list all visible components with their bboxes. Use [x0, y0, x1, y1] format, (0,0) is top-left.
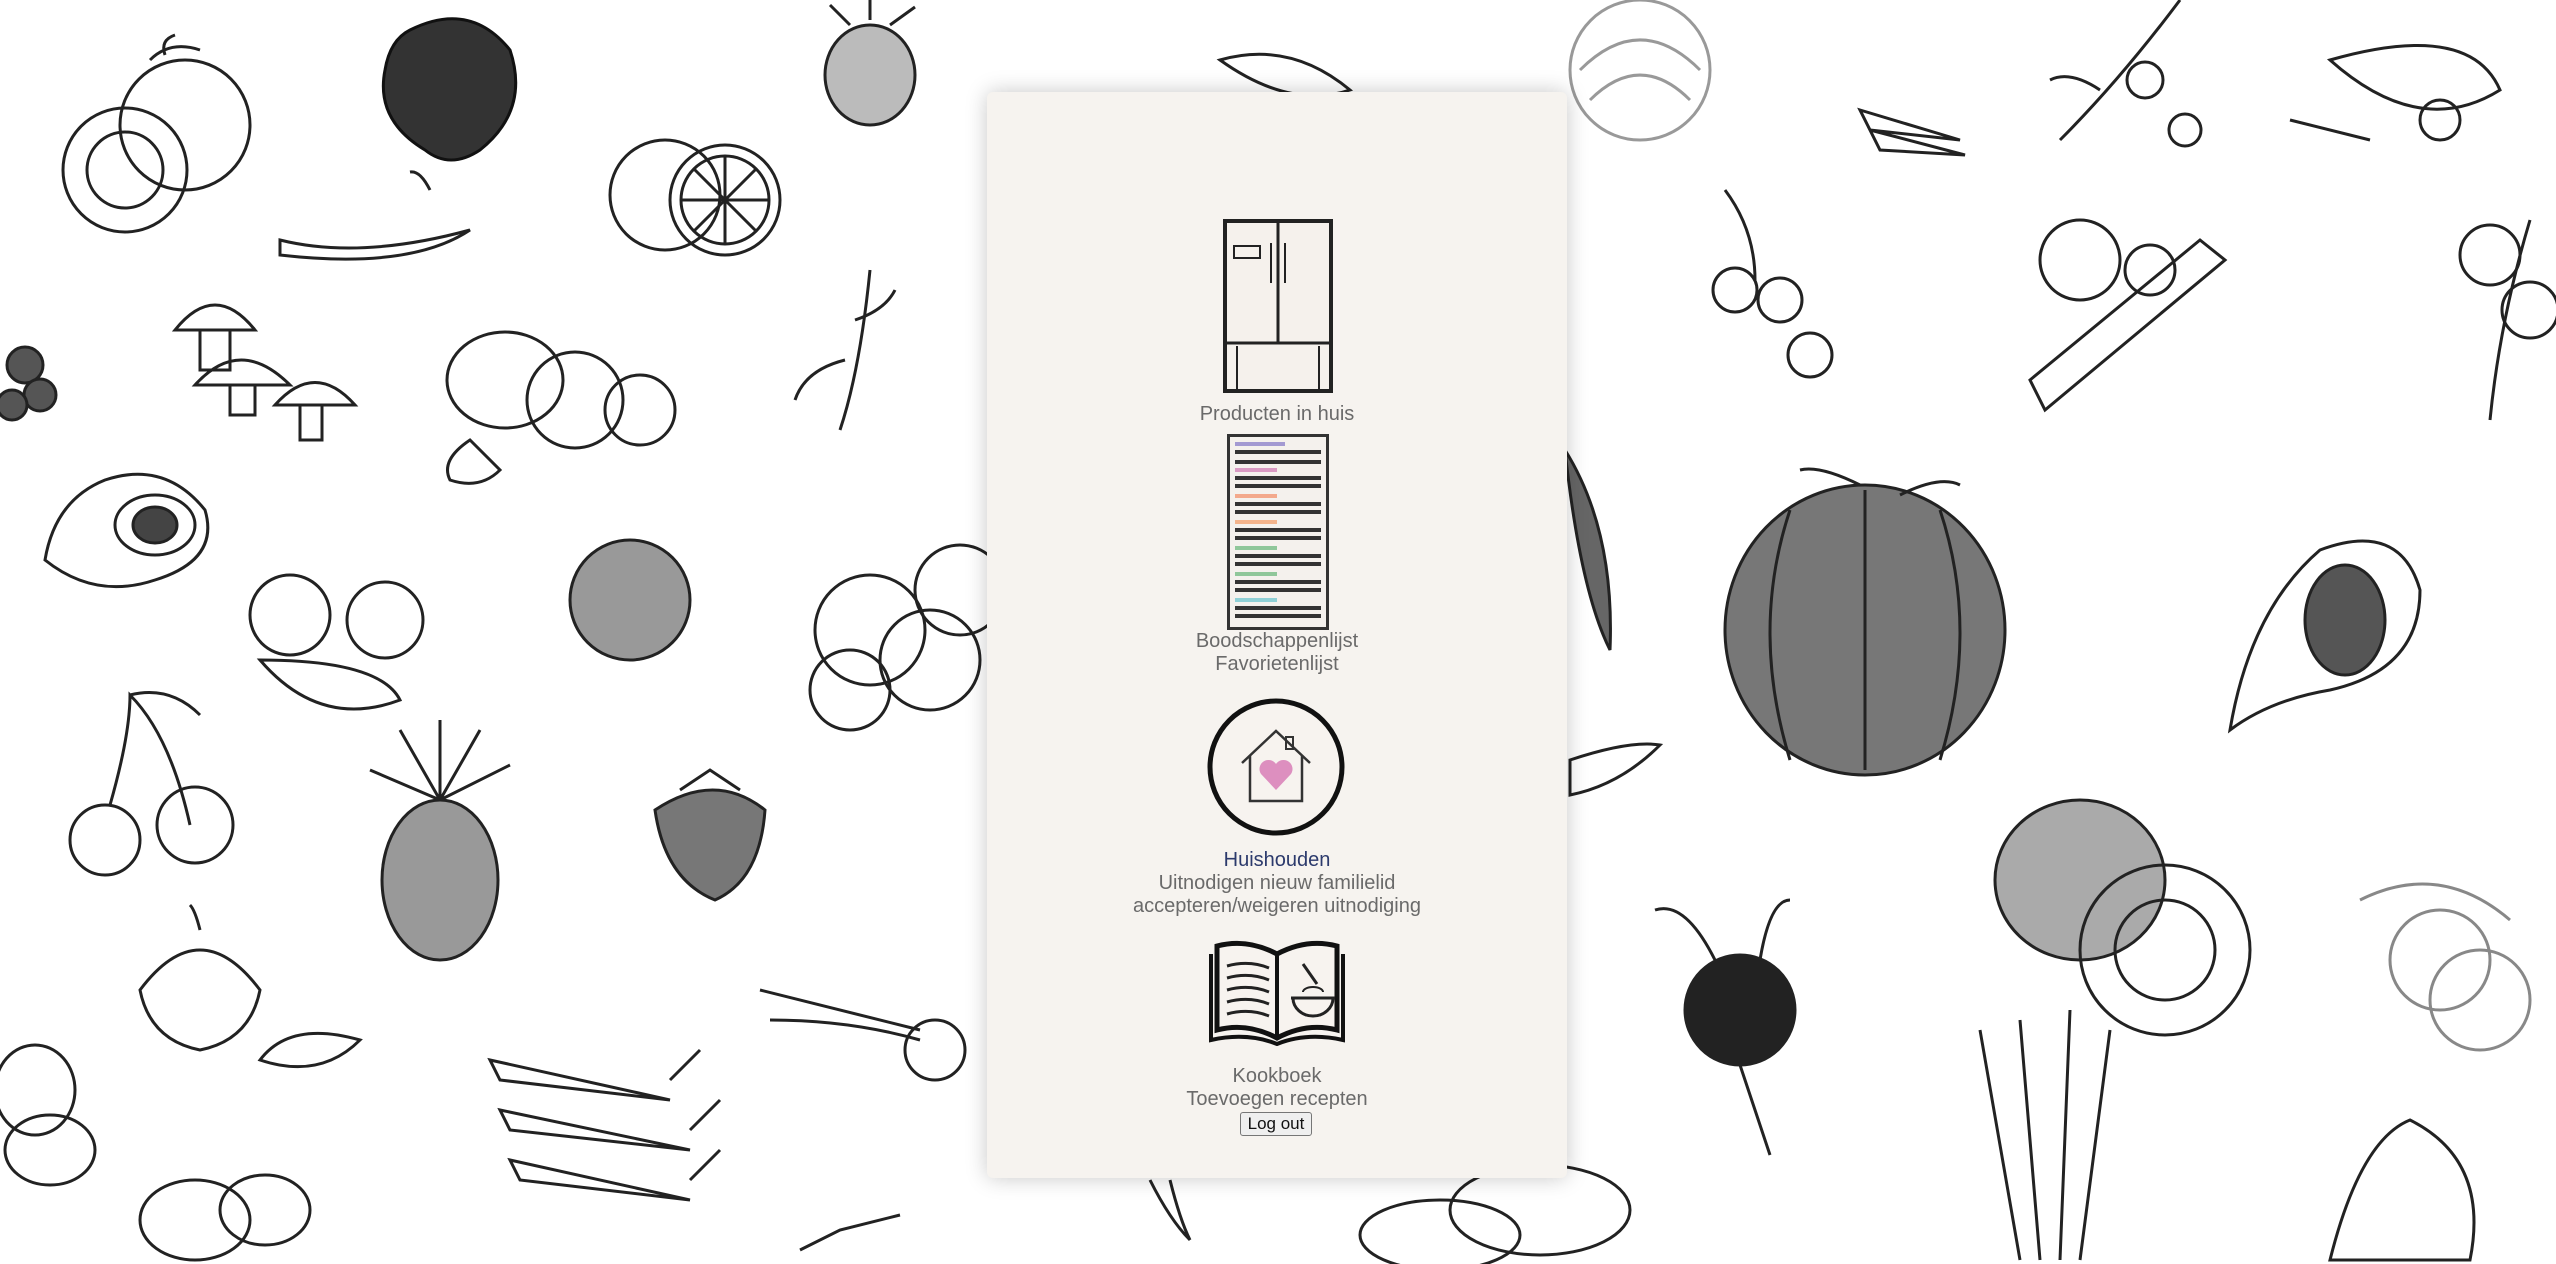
- chili-drawing: [278, 228, 471, 261]
- berries-branch-drawing: [1711, 189, 1834, 379]
- apple-drawing: [381, 17, 518, 162]
- home-panel: Home Producten in huis: [987, 92, 1567, 1178]
- potato-drawing: [138, 1173, 312, 1262]
- toevoegen-recepten-link[interactable]: Toevoegen recepten: [1186, 1088, 1367, 1110]
- accepteren-link[interactable]: accepteren/weigeren uitnodiging: [1133, 895, 1421, 917]
- nav-uitnodigen[interactable]: Uitnodigen nieuw familielid: [987, 872, 1567, 895]
- huishouden-link[interactable]: Huishouden: [1224, 849, 1331, 871]
- lemon-drawing: [445, 330, 677, 485]
- producten-link[interactable]: Producten in huis: [1200, 403, 1355, 425]
- nav-toevoegen-recepten[interactable]: Toevoegen recepten: [987, 1088, 1567, 1111]
- nav-accepteren-weigeren[interactable]: accepteren/weigeren uitnodiging: [987, 895, 1567, 918]
- boodschappenlijst-link[interactable]: Boodschappenlijst: [1196, 630, 1358, 652]
- fig-half-drawing: [2227, 539, 2422, 734]
- branch-fruit-drawing: [2049, 0, 2203, 148]
- artichoke-drawing: [1568, 0, 1712, 142]
- fruit-bowl-drawing: [808, 543, 1007, 732]
- mushroom-drawing: [171, 303, 359, 442]
- pepper-drawing: [799, 1213, 901, 1252]
- pineapple-drawing: [369, 720, 511, 962]
- kiwi-drawing: [1993, 798, 2252, 1037]
- pineapple-small-drawing: [823, 0, 917, 127]
- nav-boodschappenlijst[interactable]: Boodschappenlijst: [987, 630, 1567, 653]
- strawberry-drawing: [653, 768, 767, 902]
- pea-pod-drawing: [1568, 742, 1664, 797]
- favorietenlijst-link[interactable]: Favorietenlijst: [1215, 653, 1338, 675]
- garlic-right-drawing: [1216, 52, 1354, 98]
- carrot-right-drawing: [1857, 107, 1966, 157]
- fig-bottom-drawing: [2328, 1118, 2476, 1262]
- orange-drawing: [608, 138, 782, 257]
- onion-drawing: [0, 1043, 97, 1187]
- strawberry-cluster-drawing: [248, 573, 425, 711]
- coconut-drawing: [568, 538, 692, 662]
- berries-drawing: [0, 345, 58, 422]
- logout-button[interactable]: Log out: [1240, 1112, 1312, 1136]
- herbs-bottom-drawing: [1148, 1179, 1192, 1242]
- asparagus-drawing: [1978, 1009, 2112, 1261]
- shopping-list-icon[interactable]: [1227, 434, 1329, 630]
- fridge-icon[interactable]: [1222, 218, 1334, 394]
- tomato-drawing: [61, 33, 252, 234]
- beetroot-drawing: [1654, 898, 1797, 1156]
- herb-drawing: [793, 269, 897, 431]
- radish-drawing: [759, 988, 967, 1082]
- salad-bowl-drawing: [2289, 44, 2502, 142]
- sweet-potato-drawing: [1563, 449, 1612, 651]
- garlic-drawing: [138, 903, 363, 1069]
- nav-kookboek[interactable]: Kookboek: [987, 1065, 1567, 1088]
- sweet-potato-bottom-drawing: [1358, 1163, 1632, 1264]
- uitnodigen-link[interactable]: Uitnodigen nieuw familielid: [1159, 872, 1396, 894]
- lemon-right-drawing: [2359, 882, 2532, 1052]
- kookboek-link[interactable]: Kookboek: [1233, 1065, 1322, 1087]
- nav-producten-in-huis[interactable]: Producten in huis: [987, 403, 1567, 426]
- avocado-drawing: [43, 472, 210, 589]
- cookbook-icon[interactable]: [1207, 934, 1347, 1046]
- cutting-board-drawing: [2028, 218, 2228, 413]
- nav-favorietenlijst[interactable]: Favorietenlijst: [987, 653, 1567, 676]
- nav-huishouden[interactable]: Huishouden: [987, 849, 1567, 872]
- house-heart-icon[interactable]: [1206, 697, 1346, 837]
- pumpkin-drawing: [1723, 467, 2007, 777]
- fruit-branch-right-drawing: [2458, 219, 2556, 421]
- cherries-drawing: [68, 691, 235, 877]
- carrots-drawing: [487, 1048, 722, 1202]
